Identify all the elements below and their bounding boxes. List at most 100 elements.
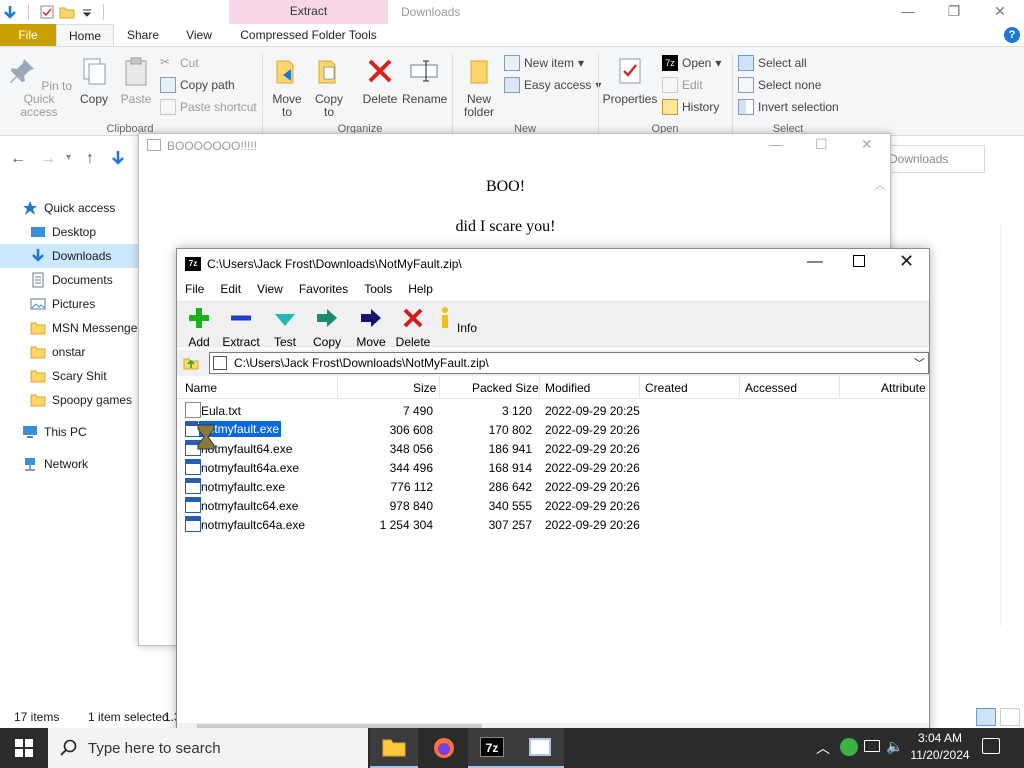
tab-view[interactable]: View [176,24,222,46]
sidebar-item-scary-shit[interactable]: Scary Shit [0,364,140,388]
start-button[interactable] [0,728,48,768]
column-name[interactable]: Name [185,381,217,395]
sidebar-item-downloads[interactable]: Downloads [0,244,140,268]
open-button[interactable]: 7z Open ▾ [662,55,721,71]
7zip-maximize-button[interactable] [853,255,865,267]
copy-to-button[interactable]: Copy to [310,55,348,119]
sidebar-item-onstar[interactable]: onstar [0,340,140,364]
table-row[interactable]: notmyfaultc64a.exe 1 254 304 307 257 2022-0… [177,515,929,534]
rename-button[interactable]: Rename [402,55,447,106]
column-packed-size[interactable]: Packed Size [472,381,539,395]
properties-check-icon[interactable] [39,4,55,20]
context-tab-extract[interactable]: Extract [229,0,388,24]
details-view-icon[interactable] [976,708,996,726]
column-accessed[interactable]: Accessed [745,381,797,395]
sidebar-item-pictures[interactable]: Pictures [0,292,140,316]
toolbar-add-button[interactable]: Add [177,304,221,349]
up-arrow-icon[interactable]: ↑ [86,150,94,168]
table-row[interactable]: notmyfaultc.exe 776 112 286 642 2022-09-29 … [177,477,929,496]
toolbar-move-button[interactable]: Move [349,304,393,349]
network-status-icon[interactable] [864,740,880,752]
7zip-path-field[interactable]: C:\Users\Jack Frost\Downloads\NotMyFault… [209,352,929,374]
paste-shortcut-button[interactable]: Paste shortcut [160,99,257,115]
column-size[interactable]: Size [413,381,436,395]
taskbar-firefox[interactable] [420,728,468,768]
select-none-button[interactable]: Select none [738,77,821,93]
boo-close-button[interactable]: ✕ [861,136,873,153]
tab-file[interactable]: File [0,24,56,46]
address-bar-tail[interactable]: Downloads [880,145,985,173]
history-button[interactable]: History [662,99,719,115]
column-modified[interactable]: Modified [545,381,590,395]
column-created[interactable]: Created [645,381,688,395]
help-icon[interactable]: ? [1004,27,1020,43]
column-attributes[interactable]: Attribute [881,381,926,395]
show-hidden-icons-chevron-icon[interactable]: ︿ [816,738,830,758]
menu-file[interactable]: File [177,279,212,299]
easy-access-button[interactable]: Easy access▾ [504,77,601,93]
7zip-minimize-button[interactable]: — [807,253,823,271]
taskbar-file-explorer[interactable] [370,728,418,768]
minimize-button[interactable]: — [885,0,931,24]
maximize-button[interactable]: ❐ [931,0,977,24]
cut-button[interactable]: ✂ Cut [160,55,199,71]
sidebar-item-spoopy-games[interactable]: Spoopy games [0,388,140,412]
toolbar-delete-button[interactable]: Delete [391,304,435,349]
scroll-up-icon[interactable]: ︿ [874,176,886,193]
people-sync-icon[interactable] [840,738,858,756]
delete-button[interactable]: Delete [360,55,400,106]
menu-view[interactable]: View [249,279,291,299]
sidebar-item-this-pc[interactable]: This PC [0,420,140,444]
tab-home[interactable]: Home [56,24,114,46]
table-row[interactable]: notmyfault64a.exe 344 496 168 914 2022-09-2… [177,458,929,477]
table-row[interactable]: Eula.txt 7 490 3 120 2022-09-29 20:25 [177,401,929,420]
copy-button[interactable]: Copy [76,55,112,106]
invert-selection-button[interactable]: Invert selection [738,99,839,115]
table-row[interactable]: notmyfaultc64.exe 978 840 340 555 2022-09-2… [177,496,929,515]
taskbar-app-window[interactable] [516,728,564,768]
7zip-close-button[interactable]: ✕ [899,251,914,272]
edit-button[interactable]: Edit [662,77,703,93]
up-folder-icon[interactable] [183,355,199,371]
sidebar-item-desktop[interactable]: Desktop [0,220,140,244]
taskbar-7zip[interactable]: 7z [468,728,516,768]
sidebar-item-quick-access[interactable]: Quick access [0,196,140,220]
tab-compressed-folder-tools[interactable]: Compressed Folder Tools [229,24,388,46]
boo-minimize-button[interactable]: — [769,136,783,152]
properties-button[interactable]: Properties [602,55,658,106]
menu-favorites[interactable]: Favorites [291,279,356,299]
sidebar-item-network[interactable]: Network [0,452,140,476]
toolbar-copy-button[interactable]: Copy [305,304,349,349]
toolbar-test-button[interactable]: Test [263,304,307,349]
select-all-button[interactable]: Select all [738,55,807,71]
tab-share[interactable]: Share [120,24,166,46]
path-dropdown-icon[interactable]: ﹀ [914,355,925,371]
paste-button[interactable]: Paste [118,55,154,106]
toolbar-extract-button[interactable]: Extract [219,304,263,349]
toolbar-info-button[interactable]: Info [433,304,477,335]
boo-maximize-button[interactable]: ☐ [815,136,828,153]
new-folder-icon[interactable] [59,4,75,20]
pin-quick-access-button[interactable]: Pin to Quick access [4,55,74,119]
notifications-icon[interactable] [982,738,1000,754]
menu-help[interactable]: Help [400,279,441,299]
large-icons-view-icon[interactable] [1000,708,1020,726]
forward-arrow-icon[interactable]: → [40,150,56,168]
sidebar-item-documents[interactable]: Documents [0,268,140,292]
down-arrow-icon[interactable] [2,4,18,20]
table-row[interactable]: notmyfault64.exe 348 056 186 941 2022-09-29… [177,439,929,458]
menu-edit[interactable]: Edit [212,279,249,299]
menu-tools[interactable]: Tools [356,279,400,299]
customize-dropdown-icon[interactable] [79,4,95,20]
recent-dropdown-icon[interactable]: ▾ [66,152,71,163]
close-button[interactable]: ✕ [977,0,1023,24]
table-row[interactable]: notmyfault.exe 306 608 170 802 2022-09-29 2… [177,420,929,439]
sidebar-item-msn-messenger[interactable]: MSN Messenger [0,316,140,340]
new-folder-button[interactable]: New folder [458,55,500,119]
system-clock[interactable]: 3:04 AM 11/20/2024 [900,730,980,764]
new-item-button[interactable]: New item ▾ [504,55,584,71]
copy-path-button[interactable]: Copy path [160,77,235,93]
back-arrow-icon[interactable]: ← [10,150,26,168]
taskbar-search-box[interactable]: Type here to search [48,728,368,768]
move-to-button[interactable]: Move to [268,55,306,119]
